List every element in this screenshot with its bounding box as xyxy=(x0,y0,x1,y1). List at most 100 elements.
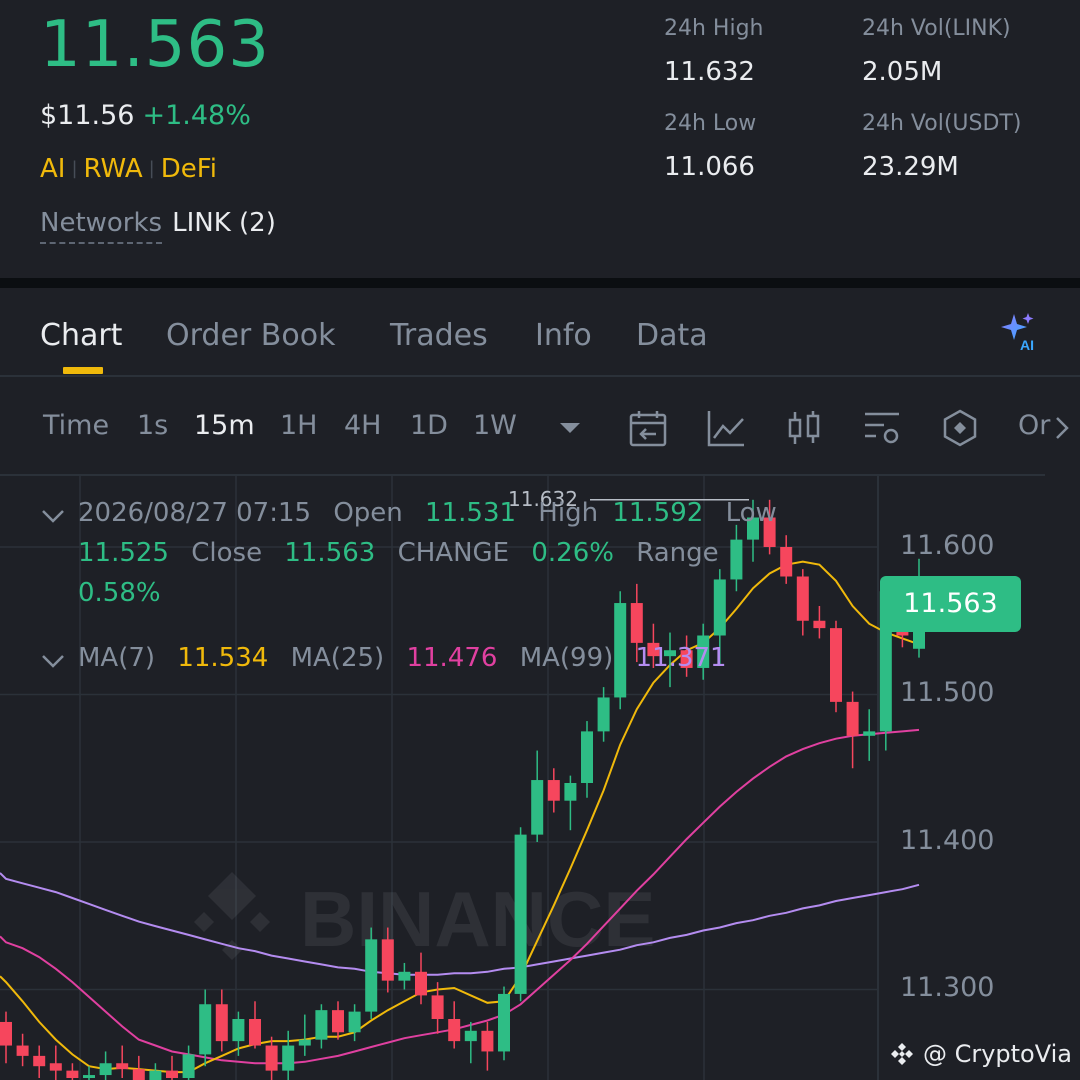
candle xyxy=(315,1004,328,1049)
candle-body xyxy=(713,579,726,636)
candle xyxy=(498,986,510,1061)
candle-body xyxy=(315,1010,328,1040)
candle xyxy=(365,927,378,1019)
candle-body xyxy=(498,993,510,1052)
candle-body xyxy=(199,1004,212,1055)
tab-trades[interactable]: Trades xyxy=(390,318,488,353)
interval-1w[interactable]: 1W xyxy=(473,410,517,441)
current-price-tag: 11.563 xyxy=(880,576,1021,632)
candle xyxy=(16,1033,29,1067)
candle xyxy=(481,1021,494,1071)
vol-link-label: 24h Vol(LINK) xyxy=(862,16,1011,41)
candle-datetime: 2026/08/27 07:15 xyxy=(78,498,312,528)
vol-link-value: 2.05M xyxy=(862,57,943,87)
indicator-icon[interactable] xyxy=(706,408,746,448)
chevron-down-icon[interactable] xyxy=(40,651,66,671)
range-label: Range xyxy=(636,538,719,568)
candle xyxy=(182,1045,195,1080)
candle xyxy=(116,1045,129,1078)
last-price: 11.563 xyxy=(40,8,270,82)
candle-body xyxy=(282,1045,295,1071)
tab-info[interactable]: Info xyxy=(535,318,592,353)
candle-body xyxy=(547,780,560,801)
ma25-label: MA(25) xyxy=(290,643,385,673)
candle xyxy=(99,1051,112,1080)
candle-body xyxy=(348,1011,361,1033)
ma99-value: 11.371 xyxy=(635,643,727,673)
overflow-label[interactable]: Or xyxy=(1018,410,1050,441)
candle xyxy=(531,750,544,842)
y-tick-label: 11.400 xyxy=(900,825,995,856)
hexagon-tools-icon[interactable] xyxy=(940,408,980,448)
tab-order-book[interactable]: Order Book xyxy=(166,318,335,353)
chevron-right-icon[interactable] xyxy=(1052,414,1072,442)
svg-text:AI: AI xyxy=(1020,337,1034,352)
tab-data[interactable]: Data xyxy=(636,318,708,353)
candle xyxy=(464,1021,477,1064)
ma99-label: MA(99) xyxy=(519,643,614,673)
candle-body xyxy=(863,731,876,736)
candle-body xyxy=(564,783,577,801)
interval-dropdown-icon[interactable] xyxy=(556,418,584,438)
networks-label[interactable]: Networks xyxy=(40,208,163,244)
ma-legend: MA(7) 11.534 MA(25) 11.476 MA(99) 11.371 xyxy=(78,643,727,673)
close-value: 11.563 xyxy=(284,538,376,568)
low-24h-value: 11.066 xyxy=(664,152,755,182)
ma7-line xyxy=(0,560,920,1074)
interval-1s[interactable]: 1s xyxy=(137,410,168,441)
candle-body xyxy=(16,1045,29,1056)
ma7-label: MA(7) xyxy=(78,643,156,673)
candle xyxy=(780,535,793,584)
candle-body xyxy=(265,1045,278,1071)
tag-rwa[interactable]: RWA xyxy=(84,154,143,184)
candle-body xyxy=(232,1019,245,1042)
credit-text: @ CryptoVia xyxy=(922,1040,1072,1068)
usd-price-row: $11.56 +1.48% xyxy=(40,100,251,131)
interval-4h[interactable]: 4H xyxy=(344,410,381,441)
candle xyxy=(398,962,411,990)
time-label[interactable]: Time xyxy=(43,410,109,441)
close-label: Close xyxy=(191,538,263,568)
candle-body xyxy=(415,971,427,996)
binance-logo-icon xyxy=(208,872,256,920)
candle xyxy=(597,687,610,742)
tag-defi[interactable]: DeFi xyxy=(161,154,217,184)
ma7-path xyxy=(0,560,920,1074)
interval-1d[interactable]: 1D xyxy=(410,410,448,441)
candle xyxy=(863,709,876,761)
tag-ai[interactable]: AI xyxy=(40,154,65,184)
candle-body xyxy=(116,1063,129,1070)
y-tick-label: 11.600 xyxy=(900,530,995,561)
ai-sparkle-icon[interactable]: AI xyxy=(998,312,1044,352)
candle-body xyxy=(630,603,643,643)
candle-body xyxy=(83,1075,95,1078)
binance-watermark: BINANCE xyxy=(194,872,655,963)
candle xyxy=(149,1063,162,1080)
candle-body xyxy=(481,1030,494,1052)
candle xyxy=(448,1001,461,1049)
candle-body xyxy=(796,576,809,621)
ohlc-line-1: 2026/08/27 07:15 Open 11.531 High 11.592… xyxy=(78,498,777,528)
binance-logo-icon xyxy=(891,1043,914,1065)
chart-settings-icon[interactable] xyxy=(862,408,902,448)
candle xyxy=(282,1030,295,1080)
candle-type-icon[interactable] xyxy=(784,408,824,448)
high-24h-label: 24h High xyxy=(664,16,764,41)
chevron-down-icon[interactable] xyxy=(40,506,66,526)
candle xyxy=(564,775,577,831)
candle-body xyxy=(99,1063,112,1076)
vol-usdt-label: 24h Vol(USDT) xyxy=(862,111,1022,136)
active-tab-indicator xyxy=(63,367,103,374)
interval-1h[interactable]: 1H xyxy=(280,410,317,441)
interval-15m[interactable]: 15m xyxy=(194,410,255,441)
candle xyxy=(730,524,743,592)
usd-price: $11.56 xyxy=(40,100,135,131)
tab-chart[interactable]: Chart xyxy=(40,318,122,353)
tag-separator: | xyxy=(71,158,78,179)
vol-usdt-value: 23.29M xyxy=(862,152,959,182)
candle-body xyxy=(830,628,842,702)
low-value: 11.525 xyxy=(78,538,169,568)
calendar-jump-icon[interactable] xyxy=(628,408,668,448)
candle-body xyxy=(365,939,378,1012)
candle xyxy=(66,1063,79,1080)
